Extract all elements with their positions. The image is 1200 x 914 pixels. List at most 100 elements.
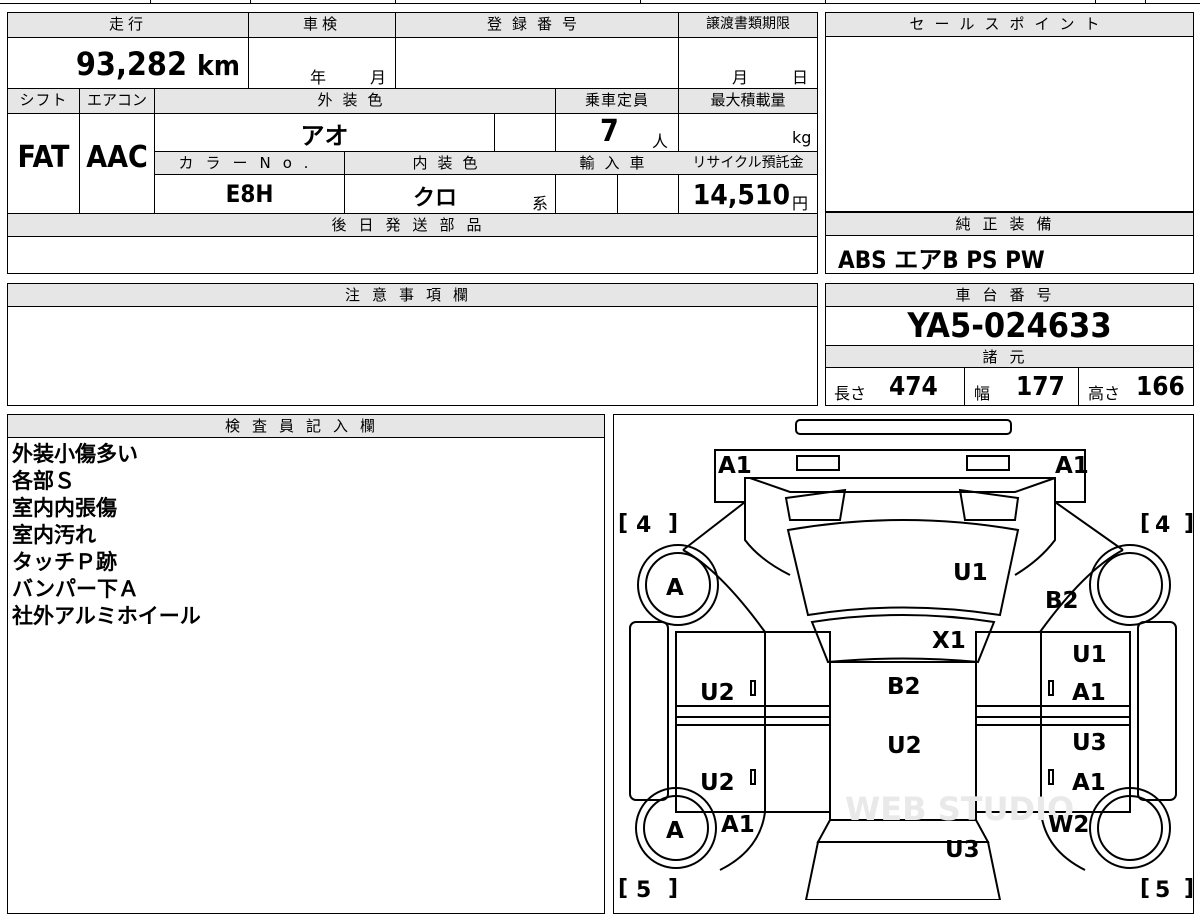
mark-rear-quarter-left: A1 — [721, 812, 755, 838]
svg-text:[: [ — [618, 876, 628, 900]
interior-color-suffix: 系 — [532, 194, 549, 213]
tire-depth-front-right: 4 — [1155, 513, 1170, 538]
wheel-front-right — [1089, 544, 1171, 626]
divider — [1078, 368, 1079, 406]
inspector-note: バンパー下Ａ — [12, 577, 140, 601]
mark-fender-front-right: B2 — [1045, 588, 1079, 614]
mark-rear-quarter-right: W2 — [1048, 812, 1089, 838]
max-load-unit: kg — [792, 128, 812, 147]
top-edge-tick — [150, 0, 151, 4]
recycle-unit: 円 — [792, 194, 809, 213]
watermark: WEB STUDIO — [845, 790, 1074, 828]
recycle-value: 14,510 — [692, 178, 790, 211]
transfer-deadline-label: 譲渡書類期限 — [706, 16, 790, 32]
door-handle — [1048, 769, 1054, 785]
svg-text:[: [ — [618, 511, 628, 536]
front-fender-right-line — [1014, 502, 1056, 576]
divider — [8, 113, 817, 114]
specs-label: 諸元 — [826, 346, 1193, 368]
mileage-unit: km — [197, 49, 240, 82]
length-label: 長さ — [834, 384, 867, 403]
front-light-left — [796, 455, 840, 471]
mileage-value-cell: 93,282 km — [8, 42, 240, 86]
rear-door-left — [675, 716, 831, 813]
mark-front-door-right-top: U1 — [1072, 642, 1107, 668]
inspector-label: 検査員記入欄 — [8, 415, 604, 438]
car-diagram: [ ] [ ] [ ] [ ] 4 4 5 5 WEB STUDIO A1 A1… — [618, 419, 1193, 900]
headlight-right — [958, 488, 1020, 521]
inspector-note: 外装小傷多い — [12, 442, 138, 466]
chassis-label: 車台番号 — [826, 284, 1193, 307]
top-edge-tick — [1095, 0, 1096, 4]
svg-text:[: [ — [1140, 511, 1150, 536]
front-fender-left-line — [744, 502, 791, 576]
mark-front-bumper-right: A1 — [1055, 453, 1089, 479]
inspector-note: 社外アルミホイール — [12, 604, 201, 628]
height-label: 高さ — [1088, 384, 1121, 403]
aircon-value: AAC — [86, 140, 148, 175]
door-handle — [750, 769, 756, 785]
tire-depth-front-left: 4 — [636, 513, 651, 538]
recycle-label: リサイクル預託金 — [692, 155, 804, 171]
svg-text:]: ] — [668, 511, 678, 536]
front-light-right — [966, 455, 1010, 471]
mark-hood: U1 — [953, 560, 988, 586]
sales-point-panel — [825, 12, 1194, 212]
tire-depth-rear-right: 5 — [1155, 878, 1170, 900]
inspector-note: 室内内張傷 — [12, 496, 117, 520]
import-label: 輸入車 — [579, 154, 655, 172]
svg-text:]: ] — [1184, 511, 1193, 536]
door-handle — [1048, 680, 1054, 696]
color-no-label: カラーNo. — [178, 154, 321, 172]
divider — [248, 13, 249, 88]
capacity-label: 乗車定員 — [584, 91, 649, 109]
divider — [678, 13, 679, 88]
length-value: 474 — [889, 372, 938, 402]
mark-rear-door-right-top: U3 — [1072, 730, 1107, 756]
capacity-value: 7 — [600, 114, 619, 149]
front-door-right — [975, 631, 1131, 718]
interior-color-value: クロ — [412, 186, 457, 211]
exterior-color-value: アオ — [300, 122, 349, 150]
caution-label: 注意事項欄 — [8, 284, 817, 307]
genuine-equipment-label: 純正装備 — [826, 213, 1193, 236]
capacity-unit: 人 — [652, 132, 669, 151]
top-edge-tick — [1145, 0, 1146, 4]
shift-value: FAT — [17, 140, 70, 175]
transfer-day-unit: 日 — [792, 68, 809, 87]
front-lightbar — [795, 419, 1012, 435]
inspection-month-unit: 月 — [370, 68, 387, 87]
mark-rear-door-left: U2 — [700, 770, 735, 796]
interior-color-label: 内装色 — [412, 154, 488, 172]
width-value: 177 — [1016, 372, 1065, 402]
top-edge-tick — [825, 0, 826, 4]
width-label: 幅 — [974, 384, 991, 403]
svg-text:[: [ — [1140, 876, 1150, 900]
sales-point-label: セールスポイント — [826, 13, 1193, 37]
shift-label: シフト — [19, 91, 68, 109]
aircon-label: エアコン — [86, 91, 147, 109]
exterior-color-label: 外装色 — [317, 91, 393, 109]
registration-label: 登録番号 — [486, 15, 587, 33]
door-handle — [750, 680, 756, 696]
side-step-right — [1137, 621, 1177, 801]
divider — [395, 13, 396, 88]
grille — [749, 477, 1056, 493]
genuine-equipment-value: ABS エアB PS PW — [838, 246, 1045, 274]
svg-text:]: ] — [1184, 876, 1193, 900]
inspection-label: 車検 — [302, 15, 341, 33]
tire-depth-rear-left: 5 — [636, 878, 651, 900]
divider — [154, 174, 817, 175]
mark-front-bumper-left: A1 — [718, 453, 752, 479]
top-edge-line — [0, 3, 1200, 4]
mark-front-door-left: U2 — [700, 680, 735, 706]
top-edge-tick — [640, 0, 641, 4]
divider — [8, 236, 817, 237]
top-edge-tick — [250, 0, 251, 4]
mark-roof-front: B2 — [887, 674, 921, 700]
divider — [617, 174, 618, 213]
front-bumper — [714, 449, 1086, 503]
inspector-note: 室内汚れ — [12, 523, 96, 547]
mark-cowl: X1 — [932, 628, 966, 654]
inspector-note: 各部Ｓ — [12, 469, 75, 493]
